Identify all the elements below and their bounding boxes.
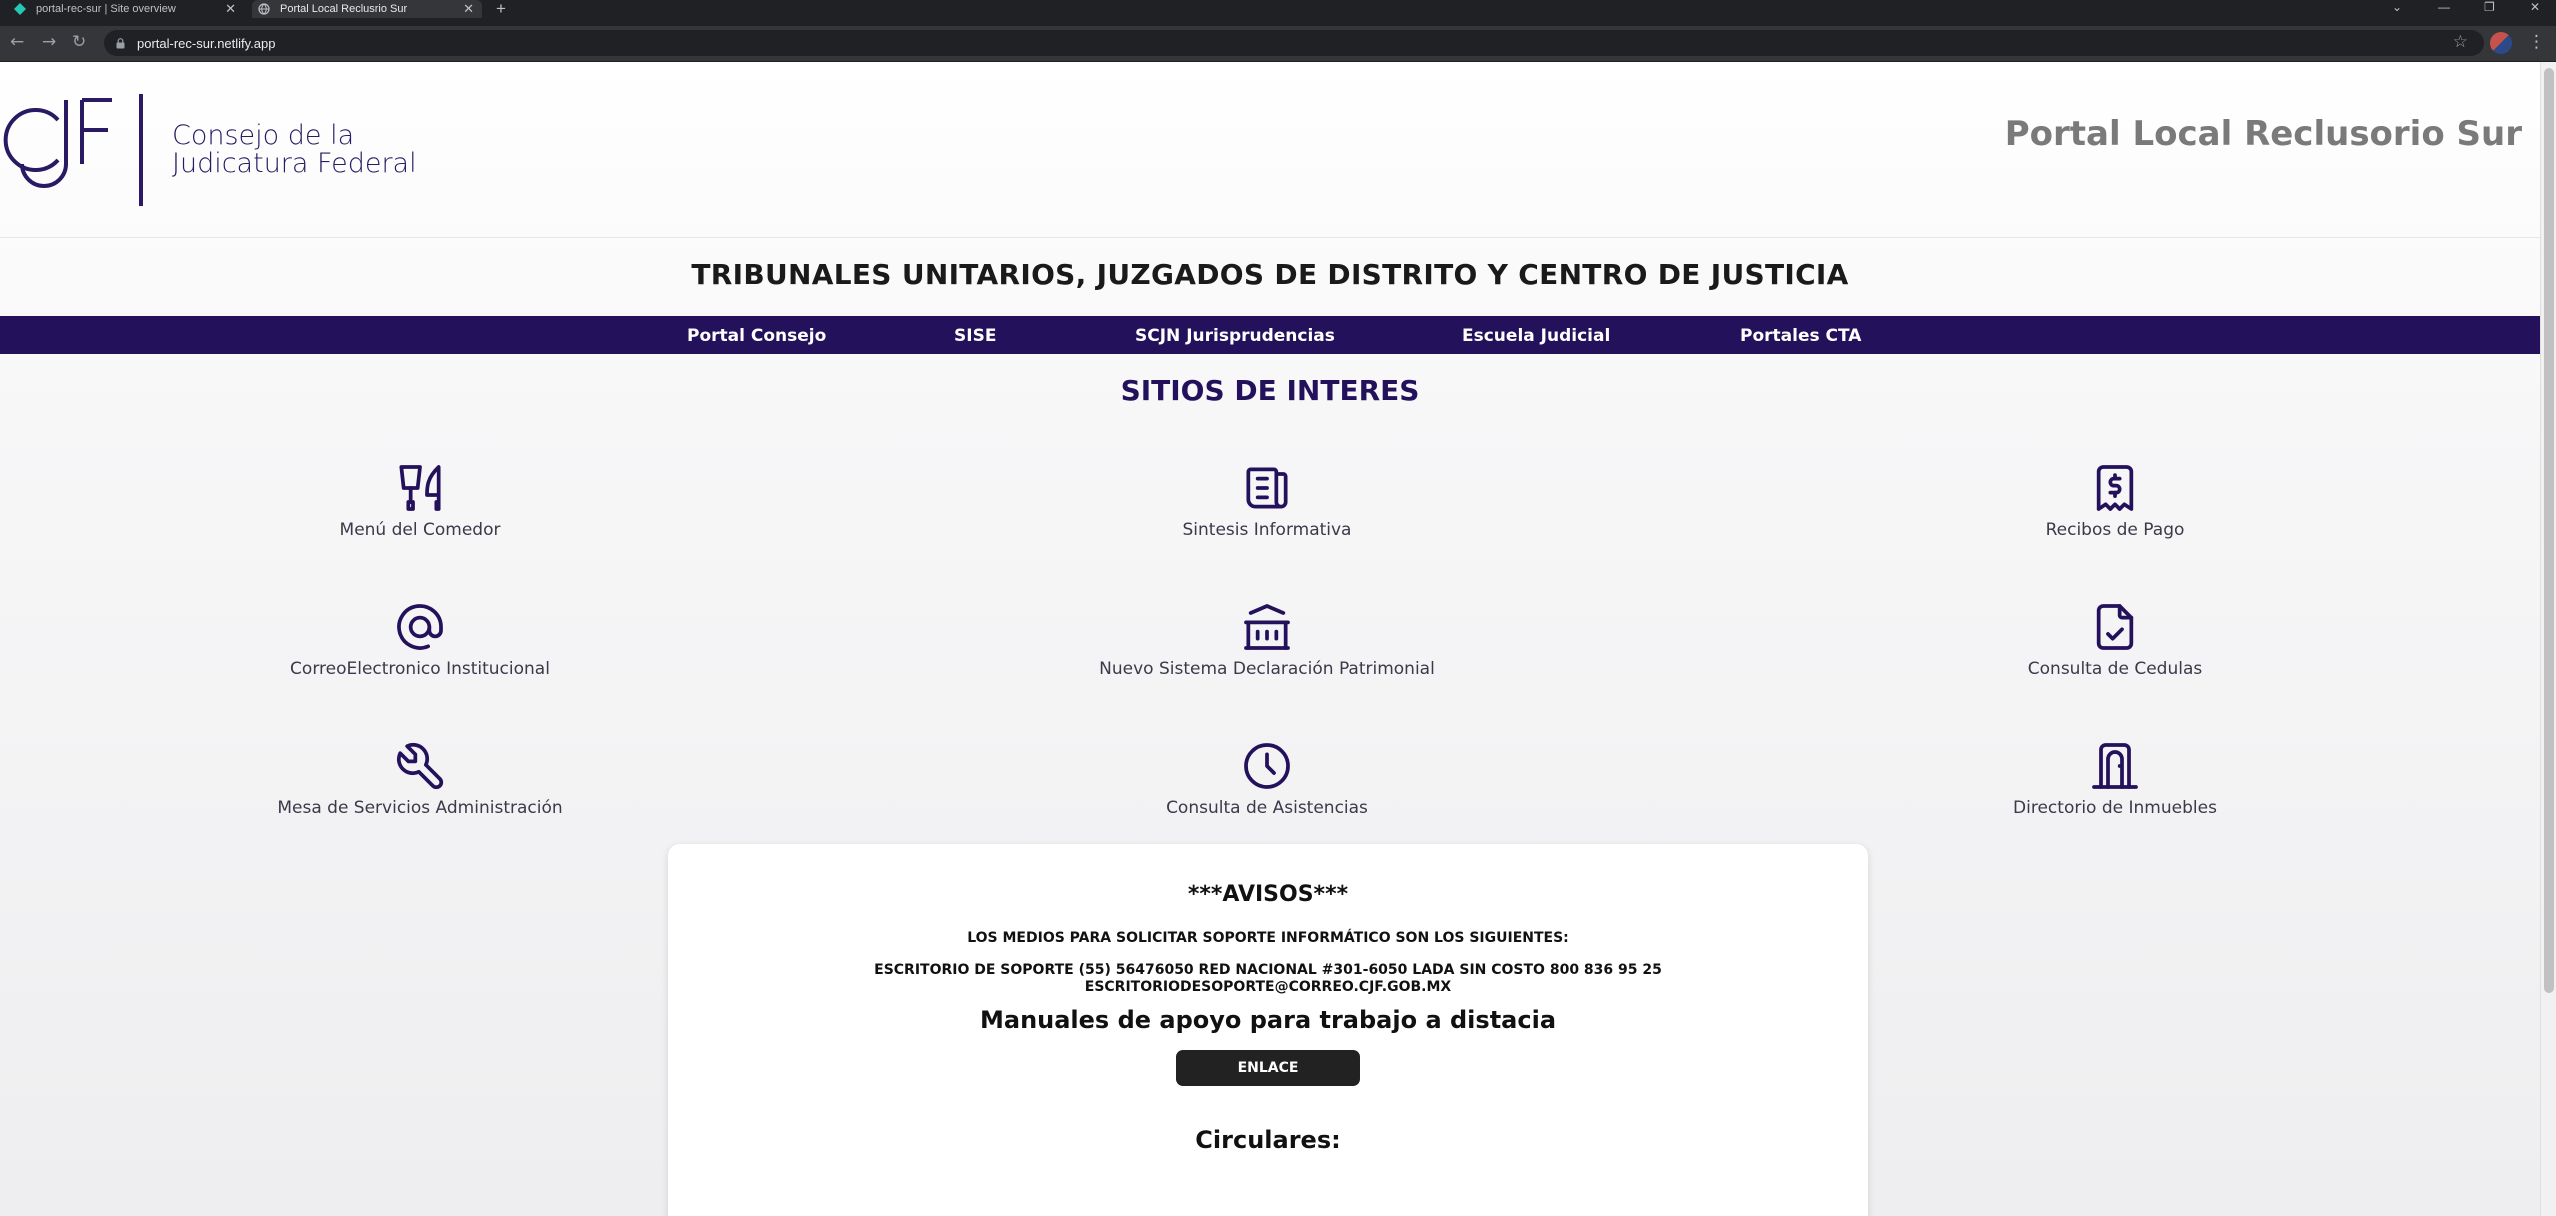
door-icon [2092,743,2138,789]
circulares-title: Circulares: [1195,1126,1341,1154]
site-label: Sintesis Informativa [1182,520,1352,540]
site-menu-comedor[interactable]: Menú del Comedor [140,460,700,540]
netlify-icon [14,3,26,15]
logo-line-1: Consejo de la [172,120,355,151]
logo-line-2: Judicatura Federal [172,148,417,179]
site-mesa-servicios[interactable]: Mesa de Servicios Administración [140,738,700,818]
back-icon[interactable]: ← [10,32,24,52]
avisos-card: ***AVISOS*** LOS MEDIOS PARA SOLICITAR S… [668,844,1868,1216]
at-sign-icon [397,604,443,650]
site-correo-electronico[interactable]: CorreoElectronico Institucional [140,599,700,679]
page-scrollbar[interactable] [2540,62,2556,1216]
nav-portales-cta[interactable]: Portales CTA [1740,326,1861,346]
lock-icon [116,37,125,48]
site-label: Consulta de Cedulas [2027,659,2203,679]
browser-menu-icon[interactable]: ⋮ [2528,32,2545,52]
clock-icon [1244,743,1290,789]
browser-tabstrip: portal-rec-sur | Site overview ✕ Portal … [0,0,2556,18]
receipt-icon [2096,465,2134,511]
nav-portal-consejo[interactable]: Portal Consejo [687,326,826,346]
reload-icon[interactable]: ↻ [72,32,86,52]
nav-sise[interactable]: SISE [954,326,996,346]
site-consulta-cedulas[interactable]: Consulta de Cedulas [1835,599,2395,679]
minimize-icon[interactable]: — [2438,0,2450,14]
avisos-support-phones: ESCRITORIO DE SOPORTE (55) 56476050 RED … [874,962,1662,978]
profile-avatar[interactable] [2490,32,2512,54]
main-nav: Portal Consejo SISE SCJN Jurisprudencias… [0,316,2540,354]
site-header: Consejo de la Judicatura Federal Portal … [0,62,2540,238]
building-bank-icon [1244,604,1290,650]
site-declaracion-patrimonial[interactable]: Nuevo Sistema Declaración Patrimonial [987,599,1547,679]
enlace-button[interactable]: ENLACE [1176,1050,1360,1086]
scrollbar-thumb[interactable] [2544,68,2554,993]
news-icon [1246,467,1288,509]
site-label: Consulta de Asistencias [1166,798,1368,818]
nav-scjn-jurisprudencias[interactable]: SCJN Jurisprudencias [1135,326,1335,346]
bookmark-star-icon[interactable]: ☆ [2453,32,2468,52]
forward-icon[interactable]: → [42,32,56,52]
site-label: Menú del Comedor [339,520,501,540]
site-label: Mesa de Servicios Administración [277,798,563,818]
wrench-icon [396,742,444,790]
site-label: CorreoElectronico Institucional [290,659,550,679]
avisos-title: ***AVISOS*** [1187,882,1349,907]
url-text: portal-rec-sur.netlify.app [137,35,276,51]
avisos-support-contact: ESCRITORIO DE SOPORTE (55) 56476050 RED … [668,962,1868,996]
tab-site-overview[interactable]: portal-rec-sur | Site overview ✕ [14,0,244,18]
tools-kitchen-icon [399,465,441,511]
site-label: Directorio de Inmuebles [2013,798,2217,818]
file-check-icon [2096,604,2134,650]
tab-title: portal-rec-sur | Site overview [36,3,176,15]
avisos-support-intro: LOS MEDIOS PARA SOLICITAR SOPORTE INFORM… [967,930,1569,946]
tab-portal[interactable]: Portal Local Reclusrio Sur ✕ [252,0,482,18]
new-tab-icon[interactable]: + [496,0,506,19]
restore-icon[interactable]: ❐ [2484,0,2495,14]
page-subtitle: TRIBUNALES UNITARIOS, JUZGADOS DE DISTRI… [691,258,1849,291]
page-viewport: Consejo de la Judicatura Federal Portal … [0,62,2556,1216]
close-tab-icon[interactable]: ✕ [225,1,236,17]
browser-toolbar: ← → ↻ portal-rec-sur.netlify.app ☆ ⋮ [0,26,2556,62]
site-sintesis-informativa[interactable]: Sintesis Informativa [987,460,1547,540]
site-label: Recibos de Pago [2045,520,2185,540]
sites-title: SITIOS DE INTERES [1120,374,1420,407]
tab-search-icon[interactable]: ⌄ [2392,0,2402,14]
site-label: Nuevo Sistema Declaración Patrimonial [1099,659,1435,679]
tab-title: Portal Local Reclusrio Sur [280,3,408,15]
site-recibos-pago[interactable]: Recibos de Pago [1835,460,2395,540]
avisos-support-email: ESCRITORIODESOPORTE@CORREO.CJF.GOB.MX [1084,979,1452,995]
close-window-icon[interactable]: ✕ [2530,0,2540,14]
nav-escuela-judicial[interactable]: Escuela Judicial [1462,326,1610,346]
globe-icon [258,3,270,15]
address-bar[interactable]: portal-rec-sur.netlify.app ☆ [104,30,2484,56]
portal-title: Portal Local Reclusorio Sur [2004,114,2522,154]
manuals-title: Manuales de apoyo para trabajo a distaci… [979,1006,1557,1034]
site-consulta-asistencias[interactable]: Consulta de Asistencias [987,738,1547,818]
logo-wordmark: Consejo de la Judicatura Federal [172,122,417,178]
close-tab-icon[interactable]: ✕ [463,1,474,17]
site-directorio-inmuebles[interactable]: Directorio de Inmuebles [1835,738,2395,818]
